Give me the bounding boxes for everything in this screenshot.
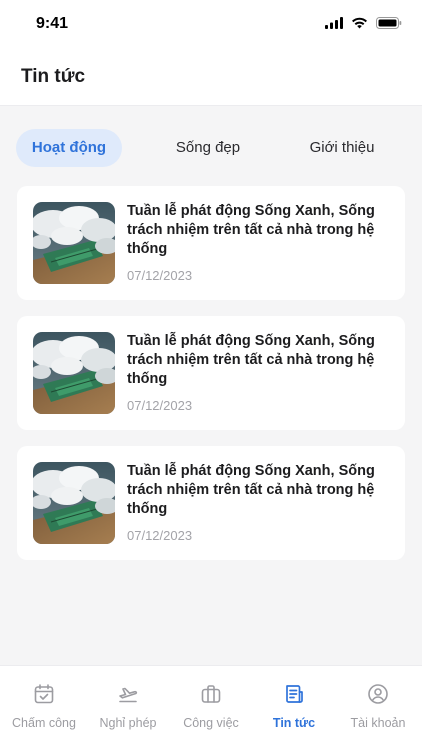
news-card[interactable]: Tuần lễ phát động Sống Xanh, Sống trách … — [17, 186, 405, 300]
nav-item-cong-viec[interactable]: Công việc — [169, 666, 253, 750]
status-time: 9:41 — [36, 15, 69, 32]
bottom-nav: Chấm công Nghỉ phép Công việc Tin tức Tà… — [0, 665, 422, 750]
news-date: 07/12/2023 — [127, 398, 193, 413]
calendar-check-icon — [34, 684, 54, 704]
page-title: Tin tức — [21, 66, 86, 87]
status-icons — [325, 17, 402, 29]
tab-song-dep[interactable]: Sống đẹp — [154, 129, 262, 167]
nav-item-cham-cong[interactable]: Chấm công — [2, 666, 86, 750]
signal-icon — [325, 17, 343, 29]
nav-label: Công việc — [183, 716, 239, 730]
tab-hoat-dong[interactable]: Hoạt động — [16, 129, 122, 167]
news-date: 07/12/2023 — [127, 268, 193, 283]
news-thumbnail — [33, 202, 115, 284]
battery-icon — [376, 17, 402, 29]
plane-icon — [119, 687, 138, 703]
news-card[interactable]: Tuần lễ phát động Sống Xanh, Sống trách … — [17, 316, 405, 430]
category-tabs: Hoạt động Sống đẹp Giới thiệu — [16, 129, 406, 167]
news-icon — [286, 685, 303, 703]
nav-item-tai-khoan[interactable]: Tài khoản — [336, 666, 420, 750]
user-circle-icon — [368, 684, 388, 704]
news-title: Tuần lễ phát động Sống Xanh, Sống trách … — [127, 203, 375, 257]
news-title: Tuần lễ phát động Sống Xanh, Sống trách … — [127, 333, 375, 387]
nav-label: Tài khoản — [350, 716, 406, 730]
nav-label: Tin tức — [272, 716, 316, 730]
nav-label: Nghỉ phép — [99, 716, 157, 730]
wifi-icon — [352, 17, 367, 29]
news-thumbnail — [33, 462, 115, 544]
news-thumbnail — [33, 332, 115, 414]
news-title: Tuần lễ phát động Sống Xanh, Sống trách … — [127, 463, 375, 517]
tab-gioi-thieu[interactable]: Giới thiệu — [290, 129, 394, 167]
news-card[interactable]: Tuần lễ phát động Sống Xanh, Sống trách … — [17, 446, 405, 560]
news-date: 07/12/2023 — [127, 528, 193, 543]
nav-label: Chấm công — [12, 716, 76, 730]
briefcase-icon — [201, 685, 221, 703]
nav-item-nghi-phep[interactable]: Nghỉ phép — [86, 666, 170, 750]
nav-item-tin-tuc[interactable]: Tin tức — [252, 666, 336, 750]
app-header: Tin tức — [0, 50, 422, 106]
status-bar: 9:41 — [0, 0, 422, 50]
